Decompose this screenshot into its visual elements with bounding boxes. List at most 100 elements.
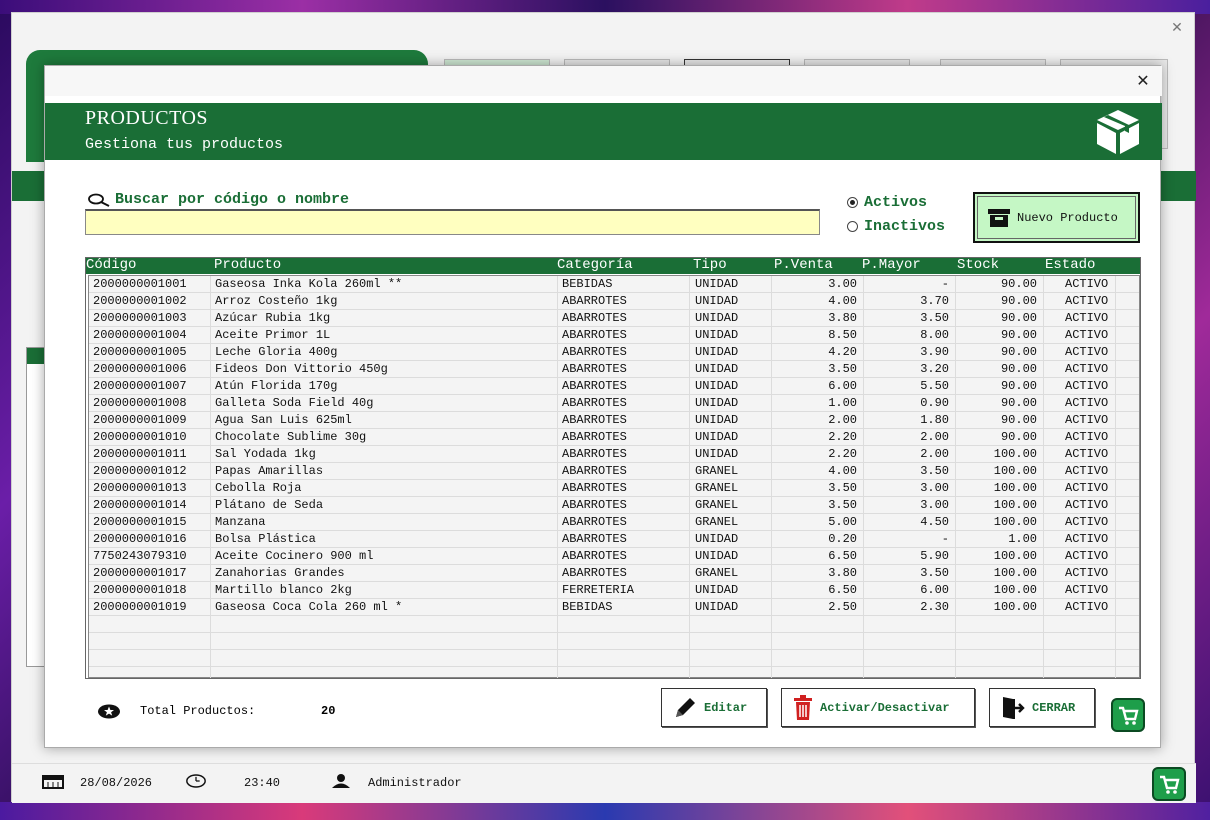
column-header[interactable]: Stock <box>957 258 999 273</box>
cell-code: 2000000001001 <box>93 277 187 291</box>
table-row[interactable]: 2000000001006 Fideos Don Vittorio 450g ABA… <box>89 361 1140 378</box>
close-icon[interactable]: ✕ <box>1132 70 1154 92</box>
cell-stock: 100.00 <box>993 566 1037 580</box>
cell-wholesale-price: 3.50 <box>920 464 949 478</box>
cell-category: ABARROTES <box>562 362 627 376</box>
products-table[interactable]: Código Producto Categoría Tipo P.Venta P… <box>85 257 1141 679</box>
page-title: PRODUCTOS <box>85 107 209 129</box>
cell-status: ACTIVO <box>1065 430 1109 444</box>
cell-sale-price: 4.00 <box>828 294 857 308</box>
toggle-status-button[interactable]: Activar/Desactivar <box>781 688 975 727</box>
table-row[interactable]: 2000000001016 Bolsa Plástica ABARROTES UNID… <box>89 531 1140 548</box>
cell-product: Papas Amarillas <box>215 464 324 478</box>
cell-code: 2000000001018 <box>93 583 187 597</box>
table-row[interactable]: 2000000001015 Manzana ABARROTES GRANEL 5.00 4… <box>89 514 1140 531</box>
status-date: 28/08/2026 <box>80 776 153 790</box>
edit-button[interactable]: Editar <box>661 688 767 727</box>
table-row[interactable]: 2000000001019 Gaseosa Coca Cola 260 ml * B… <box>89 599 1140 616</box>
column-header[interactable]: Producto <box>214 258 281 273</box>
cell-code: 2000000001013 <box>93 481 187 495</box>
filter-option-inactive[interactable]: Inactivos <box>847 218 945 235</box>
cell-stock: 90.00 <box>1000 294 1037 308</box>
cell-code: 2000000001004 <box>93 328 187 342</box>
table-row[interactable]: 2000000001009 Agua San Luis 625ml ABARROTE… <box>89 412 1140 429</box>
cell-sale-price: 6.50 <box>828 549 857 563</box>
cell-status: ACTIVO <box>1065 447 1109 461</box>
column-header[interactable]: P.Mayor <box>862 258 921 273</box>
cell-type: UNIDAD <box>695 413 739 427</box>
search-icon <box>88 193 110 207</box>
new-product-button[interactable]: Nuevo Producto <box>973 192 1140 243</box>
cell-status: ACTIVO <box>1065 277 1109 291</box>
status-bar: 28/08/2026 23:40 Administrador <box>12 763 1196 803</box>
table-row[interactable]: 2000000001014 Plátano de Seda ABARROTES GRA… <box>89 497 1140 514</box>
cell-code: 2000000001008 <box>93 396 187 410</box>
cell-product: Plátano de Seda <box>215 498 324 512</box>
cart-icon[interactable] <box>1111 698 1145 732</box>
cell-stock: 100.00 <box>993 515 1037 529</box>
column-header[interactable]: Tipo <box>693 258 727 273</box>
cell-sale-price: 2.20 <box>828 447 857 461</box>
cell-wholesale-price: 3.50 <box>920 566 949 580</box>
cell-wholesale-price: 3.70 <box>920 294 949 308</box>
table-row[interactable]: 2000000001010 Chocolate Sublime 30g ABARRO… <box>89 429 1140 446</box>
table-row[interactable]: 2000000001018 Martillo blanco 2kg FERRETER… <box>89 582 1140 599</box>
cell-product: Martillo blanco 2kg <box>215 583 352 597</box>
filter-option-active[interactable]: Activos <box>847 194 927 211</box>
cell-wholesale-price: 1.80 <box>920 413 949 427</box>
radio-active[interactable] <box>847 197 858 208</box>
search-input[interactable] <box>85 209 820 235</box>
cell-category: ABARROTES <box>562 294 627 308</box>
cell-product: Atún Florida 170g <box>215 379 338 393</box>
column-header[interactable]: Código <box>86 258 136 273</box>
table-row[interactable]: 2000000001005 Leche Gloria 400g ABARROTES U… <box>89 344 1140 361</box>
table-body[interactable]: 2000000001001 Gaseosa Inka Kola 260ml ** B… <box>88 275 1140 678</box>
cell-product: Leche Gloria 400g <box>215 345 338 359</box>
cell-category: ABARROTES <box>562 413 627 427</box>
table-row[interactable]: 2000000001013 Cebolla Roja ABARROTES GRANEL… <box>89 480 1140 497</box>
table-row[interactable]: 2000000001008 Galleta Soda Field 40g ABARR… <box>89 395 1140 412</box>
main-window-close-button[interactable]: ✕ <box>1168 19 1186 37</box>
table-row[interactable]: 2000000001001 Gaseosa Inka Kola 260ml ** B… <box>89 276 1140 293</box>
cell-product: Azúcar Rubia 1kg <box>215 311 331 325</box>
cell-wholesale-price: 3.50 <box>920 311 949 325</box>
dialog-header: PRODUCTOS Gestiona tus productos <box>45 103 1162 160</box>
table-row[interactable]: 2000000001007 Atún Florida 170g ABARROTES U… <box>89 378 1140 395</box>
cell-wholesale-price: - <box>941 277 949 291</box>
cell-wholesale-price: 3.90 <box>920 345 949 359</box>
archive-icon <box>988 208 1010 227</box>
cell-category: ABARROTES <box>562 532 627 546</box>
cell-product: Aceite Cocinero 900 ml <box>215 549 374 563</box>
user-icon <box>332 774 350 788</box>
box-icon <box>1097 110 1139 154</box>
column-header[interactable]: P.Venta <box>774 258 833 273</box>
cell-product: Agua San Luis 625ml <box>215 413 352 427</box>
column-header[interactable]: Categoría <box>557 258 633 273</box>
table-row[interactable]: 7750243079310 Aceite Cocinero 900 ml ABARR… <box>89 548 1140 565</box>
table-row[interactable]: 2000000001011 Sal Yodada 1kg ABARROTES UNID… <box>89 446 1140 463</box>
cell-sale-price: 6.00 <box>828 379 857 393</box>
cell-type: GRANEL <box>695 464 739 478</box>
table-row[interactable]: 2000000001003 Azúcar Rubia 1kg ABARROTES UN… <box>89 310 1140 327</box>
cell-type: UNIDAD <box>695 583 739 597</box>
cell-sale-price: 0.20 <box>828 532 857 546</box>
cell-code: 2000000001006 <box>93 362 187 376</box>
cell-type: UNIDAD <box>695 447 739 461</box>
table-row[interactable]: 2000000001004 Aceite Primor 1L ABARROTES UN… <box>89 327 1140 344</box>
cell-type: UNIDAD <box>695 549 739 563</box>
column-header[interactable]: Estado <box>1045 258 1095 273</box>
table-row[interactable]: 2000000001017 Zanahorias Grandes ABARROTES… <box>89 565 1140 582</box>
cart-icon[interactable] <box>1152 767 1186 801</box>
close-button[interactable]: CERRAR <box>989 688 1095 727</box>
cell-code: 2000000001014 <box>93 498 187 512</box>
cell-wholesale-price: - <box>941 532 949 546</box>
table-row[interactable]: 2000000001012 Papas Amarillas ABARROTES GRA… <box>89 463 1140 480</box>
radio-inactive[interactable] <box>847 221 858 232</box>
table-row[interactable]: 2000000001002 Arroz Costeño 1kg ABARROTES U… <box>89 293 1140 310</box>
cell-category: ABARROTES <box>562 481 627 495</box>
cell-product: Bolsa Plástica <box>215 532 316 546</box>
cell-status: ACTIVO <box>1065 583 1109 597</box>
page-subtitle: Gestiona tus productos <box>85 136 284 153</box>
cell-code: 2000000001015 <box>93 515 187 529</box>
calendar-icon <box>42 775 64 789</box>
